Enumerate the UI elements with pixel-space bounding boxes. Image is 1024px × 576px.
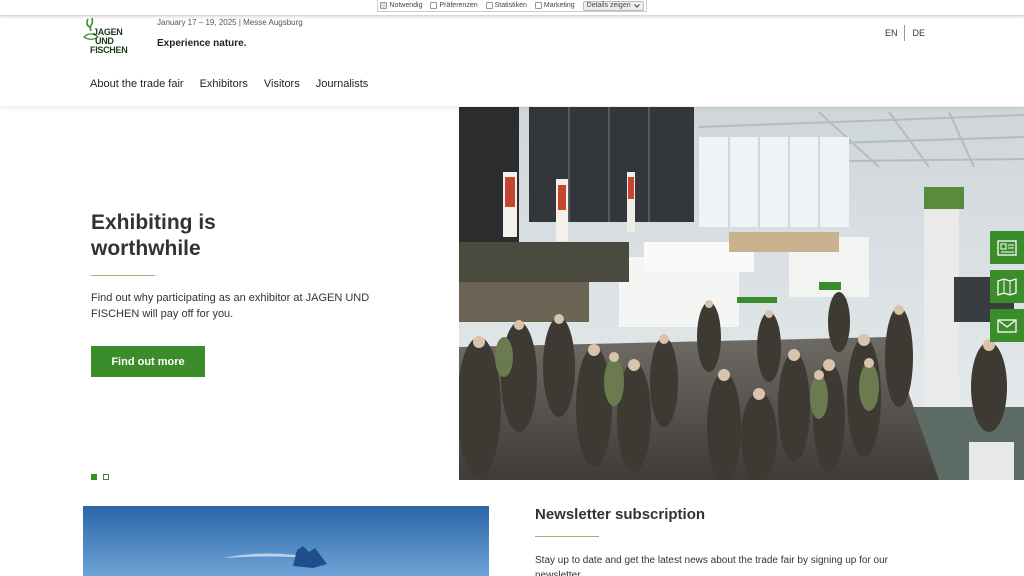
slide-dot-1[interactable] [91,474,97,480]
side-toolbar [990,231,1024,342]
newspaper-icon [997,239,1017,256]
cookie-options: Notwendig Präferenzen Statistiken Market… [377,0,647,12]
hero-title-line: Exhibiting is [91,211,216,234]
cookie-option-label: Präferenzen [439,2,478,9]
press-button[interactable] [990,231,1024,264]
cookie-option-label: Notwendig [389,2,423,9]
hall-map-button[interactable] [990,270,1024,303]
nav-journalists[interactable]: Journalists [316,78,369,90]
page: Notwendig Präferenzen Statistiken Market… [0,0,1024,576]
mail-icon [997,318,1017,333]
language-switcher: EN DE [878,25,932,41]
checkbox-necessary[interactable] [380,2,388,9]
cookie-option-necessary[interactable]: Notwendig [380,2,422,9]
nav-exhibitors[interactable]: Exhibitors [200,78,248,90]
cookie-details-button[interactable]: Details zeigen [582,0,644,11]
hero-image [459,107,1024,480]
lang-en[interactable]: EN [878,28,905,38]
checkbox-marketing[interactable] [534,2,542,9]
nav-visitors[interactable]: Visitors [264,78,300,90]
newsletter-text: Stay up to date and get the latest news … [535,555,889,576]
hero-title-line: worthwhile [91,237,201,260]
lang-de[interactable]: DE [905,28,932,38]
trade-fair-hall-photo [459,107,1024,480]
checkbox-statistics[interactable] [485,2,493,9]
cookie-details-label: Details zeigen [586,2,631,9]
contact-button[interactable] [990,309,1024,342]
hero-text: Exhibiting is worthwhile Find out why pa… [91,210,391,322]
newsletter-section: Newsletter subscription Stay up to date … [535,506,935,576]
cookie-consent-bar: Notwendig Präferenzen Statistiken Market… [0,0,1024,16]
event-date: January 17 – 19, 2025 | Messe Augsburg [157,18,303,27]
cookie-option-label: Marketing [543,2,575,9]
hero-description: Find out why participating as an exhibit… [91,292,370,320]
find-out-more-button[interactable]: Find out more [91,346,205,377]
cookie-option-preferences[interactable]: Präferenzen [430,2,478,9]
cookie-option-label: Statistiken [494,2,527,9]
slider-pagination [91,474,109,480]
site-header: JAGEN UND FISCHEN January 17 – 19, 2025 … [0,16,1024,106]
nav-about[interactable]: About the trade fair [90,78,184,90]
sky-bird-photo [83,506,489,576]
claim: Experience nature. [157,38,247,49]
checkbox-preferences[interactable] [430,2,438,9]
nature-image [83,506,489,576]
site-logo[interactable]: JAGEN UND FISCHEN [82,17,134,55]
hero-title: Exhibiting is worthwhile [91,210,391,262]
main-nav: About the trade fair Exhibitors Visitors… [90,78,368,90]
cookie-option-statistics[interactable]: Statistiken [485,2,527,9]
cookie-option-marketing[interactable]: Marketing [534,2,575,9]
logo-wordmark: JAGEN UND FISCHEN [90,28,128,55]
map-icon [997,277,1017,296]
slide-dot-2[interactable] [103,474,109,480]
newsletter-divider [535,536,599,537]
hero-divider [91,275,155,276]
newsletter-title: Newsletter subscription [535,506,706,523]
chevron-down-icon [633,3,640,8]
logo-word-3: FISCHEN [90,45,128,55]
